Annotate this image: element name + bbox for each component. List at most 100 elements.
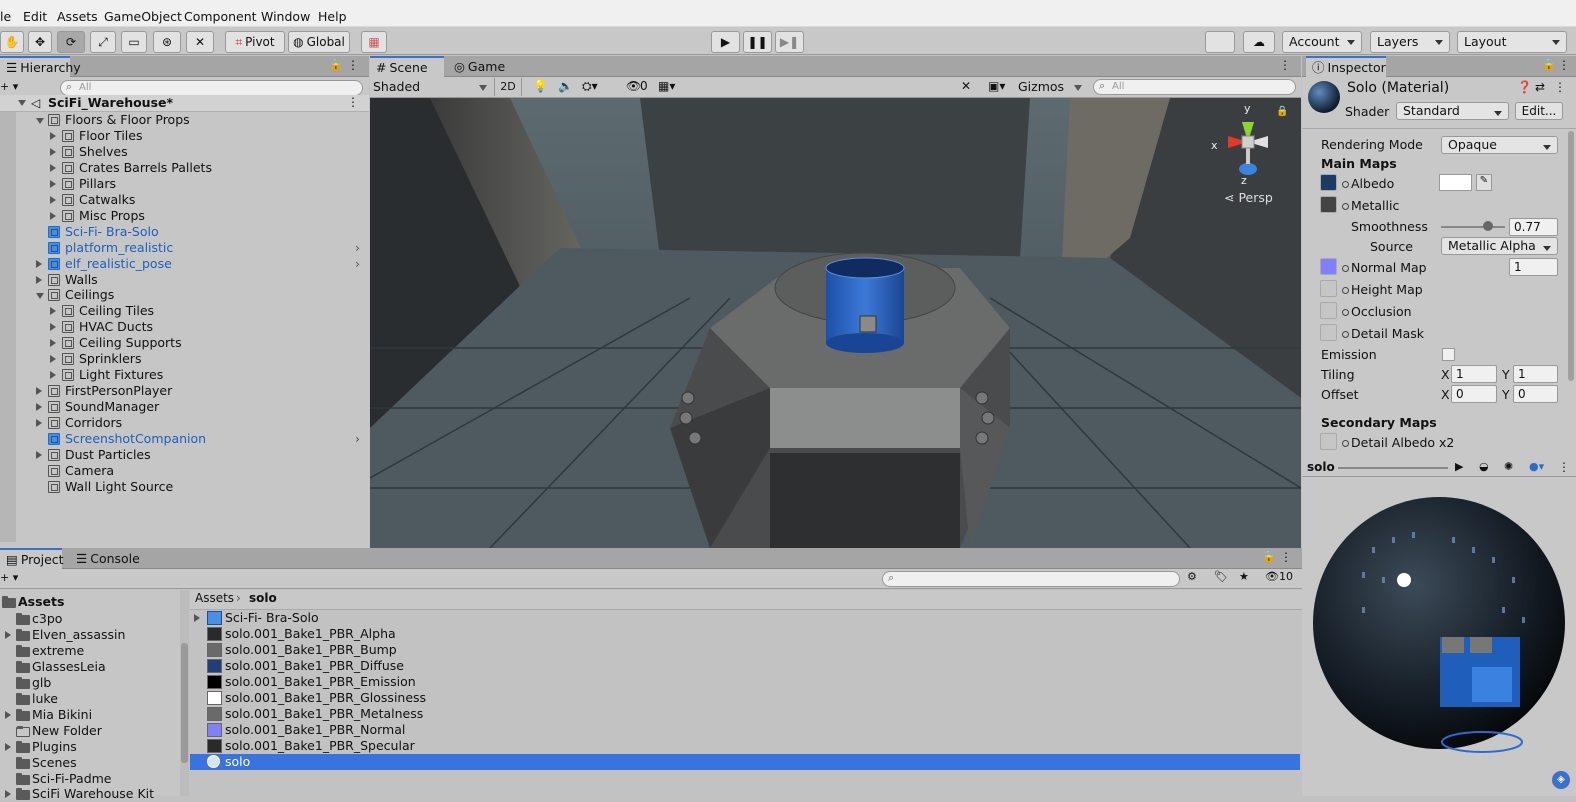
kebab-menu-icon[interactable]: ⋮ xyxy=(347,58,359,72)
expand-right-icon[interactable] xyxy=(50,323,56,332)
pause-button[interactable]: ❚❚ xyxy=(743,31,772,53)
hidden-objects-icon[interactable]: 👁 xyxy=(626,79,641,93)
open-prefab-arrow-icon[interactable]: › xyxy=(355,240,360,256)
expand-right-icon[interactable] xyxy=(5,630,11,639)
pivot-toggle[interactable]: ⌗ Pivot xyxy=(225,31,285,53)
albedo-texture-slot[interactable] xyxy=(1320,174,1337,191)
menu-edit[interactable]: Edit xyxy=(23,9,47,24)
gizmos-dropdown[interactable]: Gizmos xyxy=(1018,78,1082,96)
scene-viewport[interactable]: y x z ⋖ Persp 🔒 xyxy=(370,98,1301,548)
normal-map-slot[interactable] xyxy=(1320,258,1337,275)
expand-right-icon[interactable] xyxy=(50,339,56,348)
hierarchy-item[interactable]: Camera xyxy=(16,463,369,479)
snap-icon[interactable]: ▦ xyxy=(361,31,387,53)
breadcrumb-current[interactable]: solo xyxy=(249,591,277,605)
menu-assets[interactable]: Assets xyxy=(57,9,98,24)
global-toggle[interactable]: ◍ Global xyxy=(288,31,350,53)
component-menu-icon[interactable]: ⋮ xyxy=(1554,80,1566,94)
preview-play-icon[interactable]: ▶ xyxy=(1455,460,1463,473)
tree-folder-item[interactable]: New Folder xyxy=(32,723,102,739)
expand-right-icon[interactable] xyxy=(36,419,42,428)
scene-search-input[interactable]: All xyxy=(1093,79,1296,95)
inspector-kebab-icon[interactable]: ⋮ xyxy=(1558,58,1570,72)
expand-down-icon[interactable] xyxy=(36,293,44,300)
tab-project[interactable]: ▤ Project xyxy=(0,548,64,569)
detail-albedo-slot[interactable] xyxy=(1320,433,1337,450)
tree-folder-item[interactable]: Scenes xyxy=(32,755,77,771)
transform-tool-icon[interactable]: ⊛ xyxy=(153,31,181,53)
menu-gameobject[interactable]: GameObject xyxy=(104,9,182,24)
expand-right-icon[interactable] xyxy=(36,275,42,284)
tree-folder-item[interactable]: GlassesLeia xyxy=(32,659,106,675)
help-icon[interactable]: ❓ xyxy=(1517,80,1532,94)
play-button[interactable]: ▶ xyxy=(711,31,740,53)
rotate-tool-icon[interactable]: ⟳ xyxy=(57,31,85,53)
expand-right-icon[interactable] xyxy=(36,450,42,459)
file-row[interactable]: solo.001_Bake1_PBR_Alpha xyxy=(190,626,1300,642)
tab-game[interactable]: ◎ Game xyxy=(448,56,508,77)
lock-icon[interactable]: 🔒 xyxy=(329,58,343,71)
hand-tool-icon[interactable]: ✋ xyxy=(0,31,24,53)
hierarchy-item[interactable]: FirstPersonPlayer xyxy=(16,383,369,399)
tree-folder-item[interactable]: SciFi Warehouse Kit xyxy=(32,786,154,802)
preview-shape-icon[interactable]: ◒ xyxy=(1479,460,1489,473)
hierarchy-item[interactable]: Dust Particles xyxy=(16,447,369,463)
project-lock-icon[interactable]: 🔒 xyxy=(1262,550,1276,563)
rendering-mode-dropdown[interactable]: Opaque xyxy=(1441,136,1558,154)
detail-mask-slot[interactable] xyxy=(1320,324,1337,341)
offset-x-field[interactable]: 0 xyxy=(1451,385,1497,403)
step-button[interactable]: ▶❚ xyxy=(775,31,804,53)
preview-sphere-icon[interactable]: ●▾ xyxy=(1529,460,1544,473)
tree-folder-item[interactable]: luke xyxy=(32,691,58,707)
tiling-x-field[interactable]: 1 xyxy=(1451,365,1497,383)
menu-help[interactable]: Help xyxy=(318,9,347,24)
filter-type-icon[interactable]: ⚙ xyxy=(1187,570,1197,583)
shader-dropdown[interactable]: Standard xyxy=(1396,102,1509,120)
hidden-packages-icon[interactable]: 👁10 xyxy=(1265,570,1293,583)
menu-file[interactable]: le xyxy=(0,9,11,24)
2d-toggle[interactable]: 2D xyxy=(494,78,522,96)
hierarchy-item[interactable]: ScreenshotCompanion › xyxy=(16,431,369,447)
inspector-lock-icon[interactable]: 🔒 xyxy=(1542,58,1556,71)
tree-folder-item[interactable]: Sci-Fi-Padme xyxy=(32,771,112,787)
expand-right-icon[interactable] xyxy=(50,211,56,220)
material-preview-sphere[interactable] xyxy=(1302,477,1576,769)
hierarchy-item[interactable]: Light Fixtures xyxy=(16,367,369,383)
expand-right-icon[interactable] xyxy=(5,742,11,751)
smoothness-slider-handle[interactable] xyxy=(1483,221,1493,231)
scale-tool-icon[interactable]: ⤢ xyxy=(90,31,116,53)
custom-tool-icon[interactable]: ✕ xyxy=(186,31,214,53)
expand-right-icon[interactable] xyxy=(50,147,56,156)
normal-scale-field[interactable]: 1 xyxy=(1509,258,1558,276)
create-dropdown[interactable]: + ▾ xyxy=(0,80,18,93)
height-map-slot[interactable] xyxy=(1320,280,1337,297)
tiling-y-field[interactable]: 1 xyxy=(1513,365,1558,383)
hierarchy-item[interactable]: Walls xyxy=(16,272,369,288)
hierarchy-item[interactable]: Floor Tiles xyxy=(16,128,369,144)
hierarchy-item[interactable]: HVAC Ducts xyxy=(16,319,369,335)
preview-light-icon[interactable]: ✺ xyxy=(1504,460,1513,473)
hierarchy-item[interactable]: Corridors xyxy=(16,415,369,431)
effects-toggle-icon[interactable]: ⛭▾ xyxy=(582,79,598,94)
emission-checkbox[interactable] xyxy=(1442,348,1455,361)
project-create-dropdown[interactable]: + ▾ xyxy=(0,571,18,584)
offset-y-field[interactable]: 0 xyxy=(1513,385,1558,403)
project-search-input[interactable] xyxy=(882,571,1180,587)
file-row[interactable]: Sci-Fi- Bra-Solo xyxy=(190,610,1300,626)
hierarchy-item[interactable]: Floors & Floor Props xyxy=(16,112,369,128)
tab-inspector[interactable]: ⓘ Inspector xyxy=(1306,56,1386,77)
tree-root-assets[interactable]: Assets xyxy=(18,594,64,610)
occlusion-slot[interactable] xyxy=(1320,302,1337,319)
expand-right-icon[interactable] xyxy=(36,259,42,268)
edit-shader-button[interactable]: Edit... xyxy=(1515,102,1563,120)
expand-right-icon[interactable] xyxy=(5,710,11,719)
tree-folder-item[interactable]: Plugins xyxy=(32,739,77,755)
expand-down-icon[interactable] xyxy=(36,118,44,124)
smoothness-slider-track[interactable] xyxy=(1441,226,1505,228)
tree-folder-item[interactable]: c3po xyxy=(32,611,62,627)
preview-kebab-icon[interactable]: ⋮ xyxy=(1558,460,1570,474)
scene-header-row[interactable]: ◁ SciFi_Warehouse* ⋮ xyxy=(0,95,369,112)
favorite-star-icon[interactable]: ★ xyxy=(1239,570,1249,583)
hierarchy-item[interactable]: platform_realistic › xyxy=(16,240,369,256)
hierarchy-item[interactable]: Ceiling Tiles xyxy=(16,303,369,319)
